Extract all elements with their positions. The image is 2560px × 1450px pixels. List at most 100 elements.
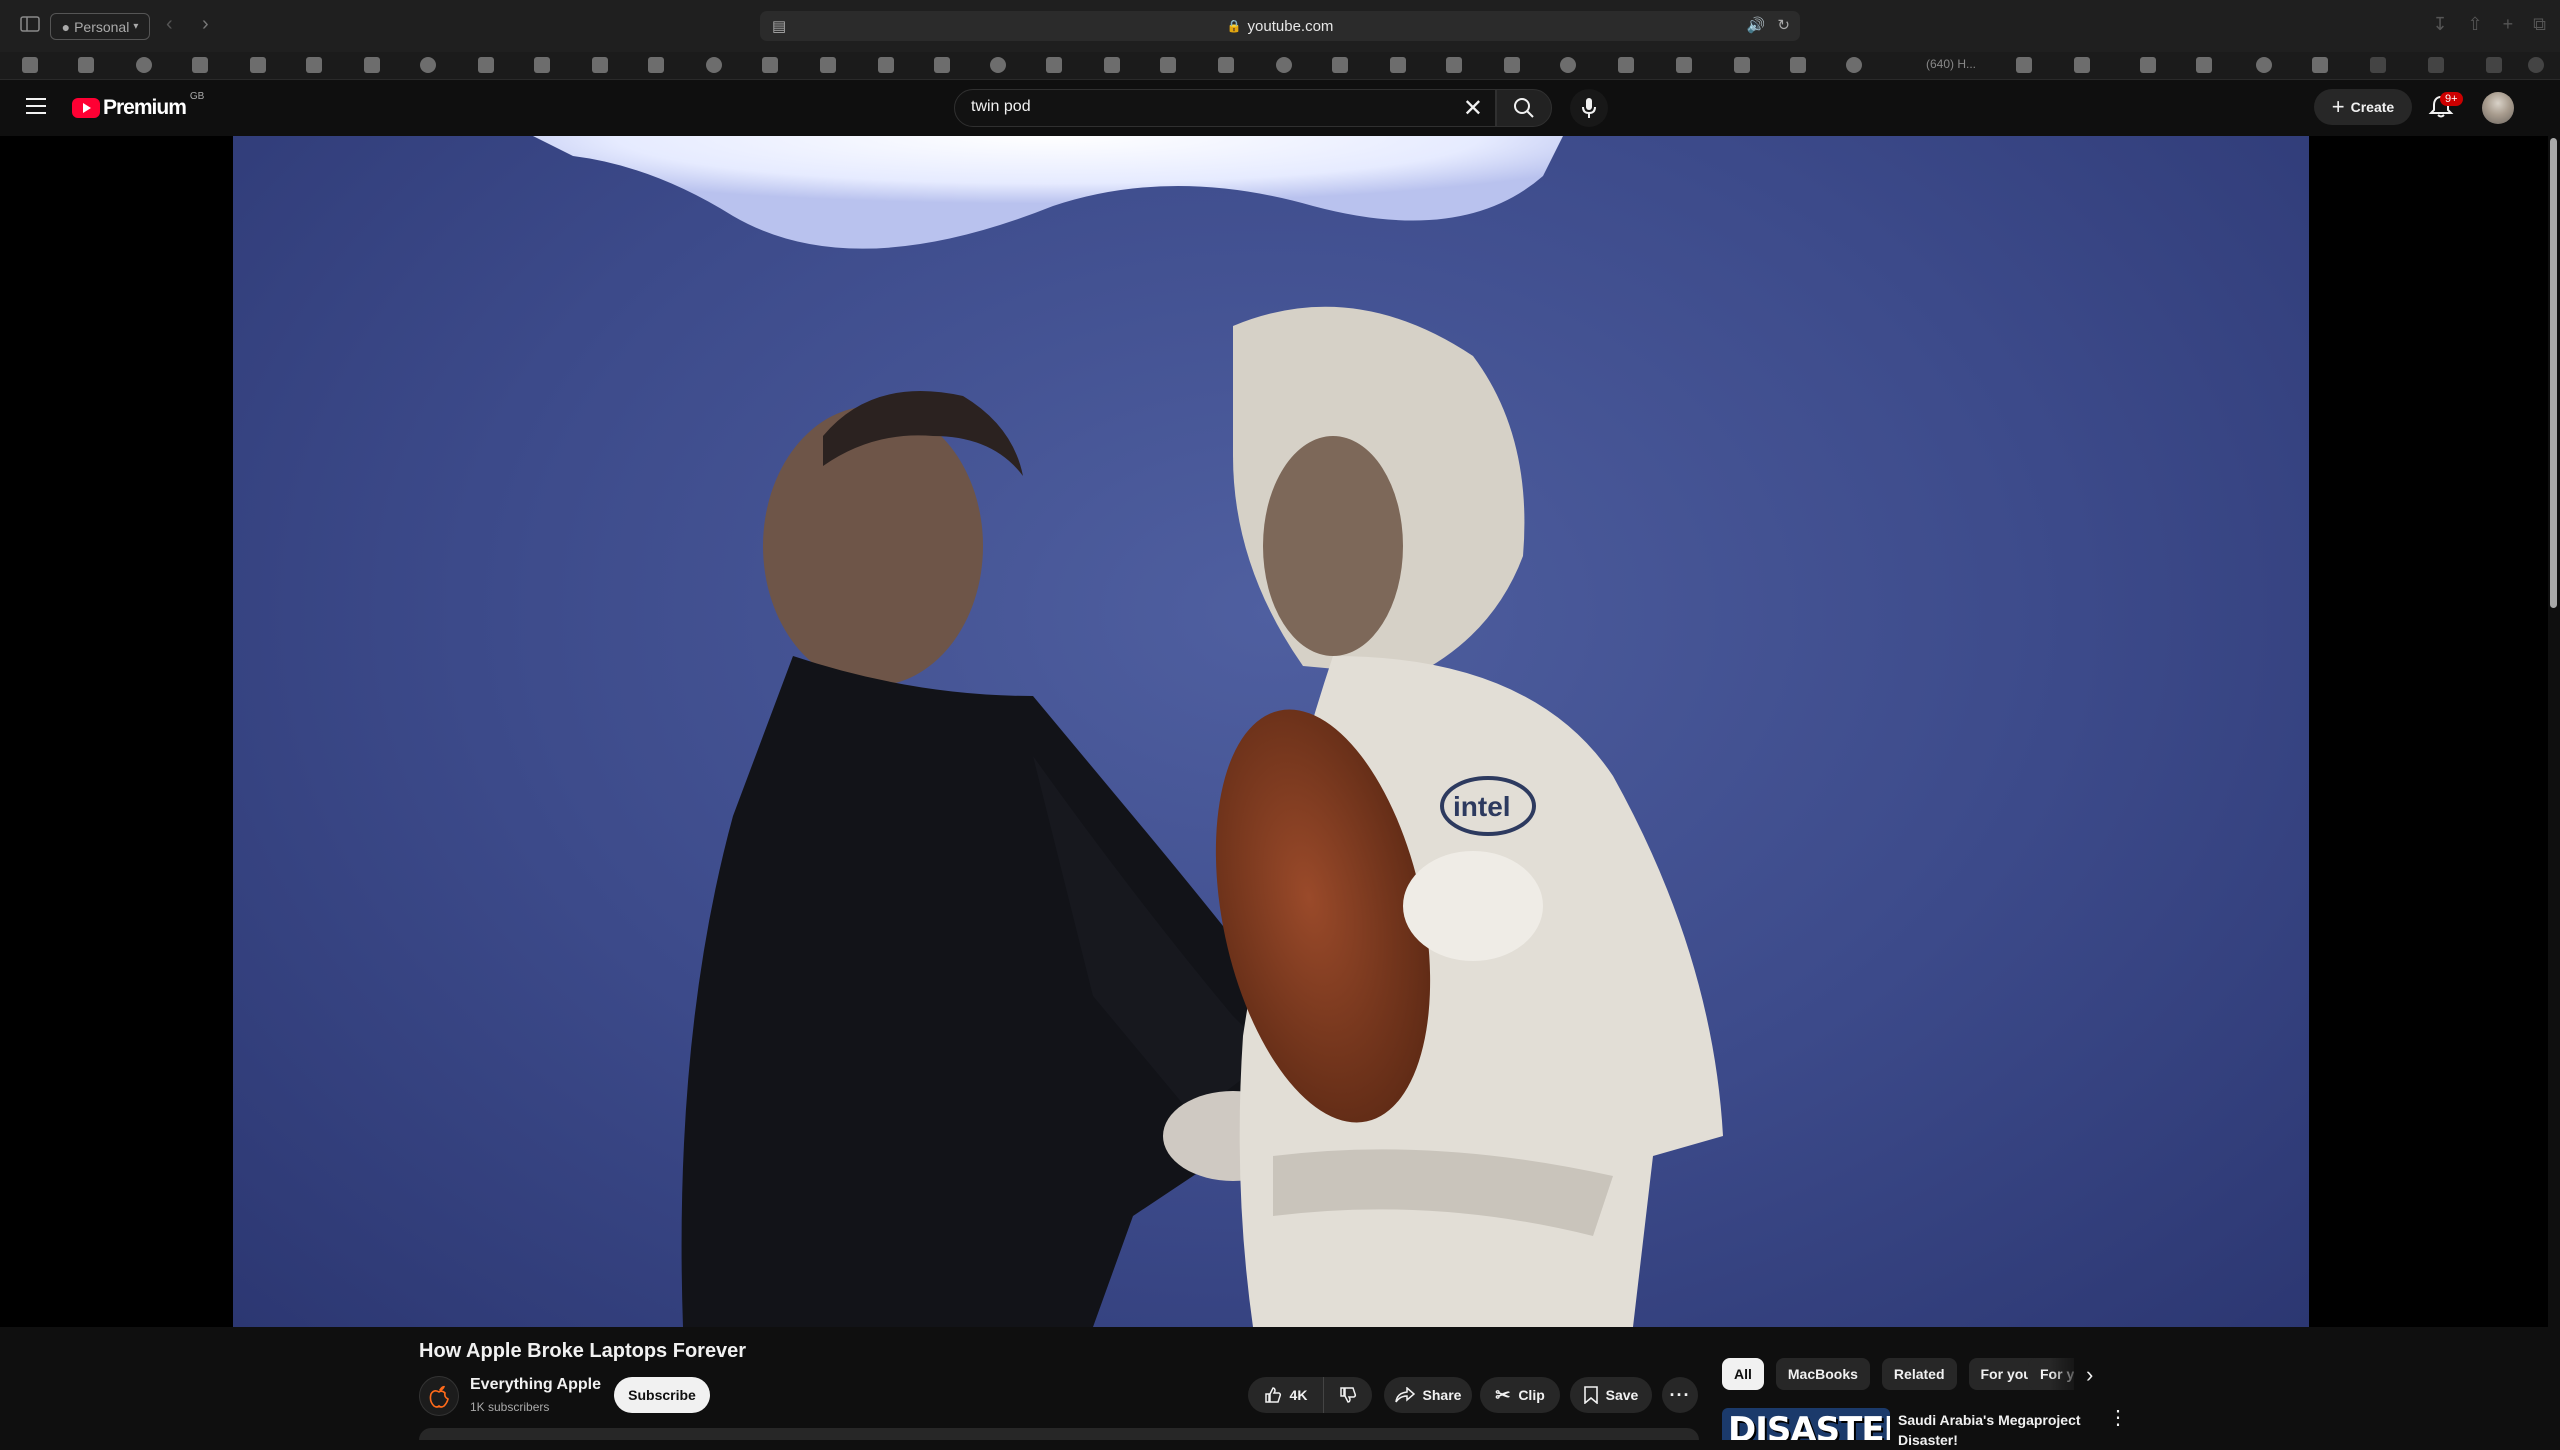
tab-favicon-icon[interactable] [762, 57, 778, 73]
tab-favicon-icon[interactable] [78, 57, 94, 73]
tab-favicon-icon[interactable] [192, 57, 208, 73]
forward-icon[interactable]: › [202, 14, 209, 34]
channel-name[interactable]: Everything Apple [470, 1376, 601, 1394]
avatar[interactable] [2482, 92, 2514, 124]
menu-icon[interactable] [26, 98, 46, 114]
active-tab-title[interactable]: (640) H... [1926, 57, 1976, 71]
tab-favicon-icon[interactable] [1446, 57, 1462, 73]
tab-favicon-icon[interactable] [1504, 57, 1520, 73]
more-vertical-icon[interactable]: ⋮ [2108, 1408, 2128, 1428]
recommendation-title[interactable]: Saudi Arabia's Megaproject Disaster! [1898, 1410, 2098, 1450]
tab-favicon-icon[interactable] [1676, 57, 1692, 73]
scrollbar-thumb[interactable] [2550, 138, 2557, 608]
chip-all[interactable]: All [1722, 1358, 1764, 1390]
tab-favicon-icon[interactable] [136, 57, 152, 73]
tab-favicon-icon[interactable] [1390, 57, 1406, 73]
tab-favicon-icon[interactable] [1734, 57, 1750, 73]
clear-search-icon[interactable]: ✕ [1463, 94, 1483, 123]
tab-favicon-icon[interactable] [878, 57, 894, 73]
country-code: GB [189, 90, 205, 102]
channel-avatar[interactable] [419, 1376, 459, 1416]
tab-favicon-icon[interactable] [1846, 57, 1862, 73]
lock-icon: 🔒 [1226, 19, 1242, 33]
tab-favicon-icon[interactable] [1276, 57, 1292, 73]
tab-favicon-icon[interactable] [1218, 57, 1234, 73]
tab-favicon-icon[interactable] [1790, 57, 1806, 73]
share-page-icon[interactable]: ⇧ [2468, 14, 2483, 35]
tab-favicon-icon[interactable] [2370, 57, 2386, 73]
dislike-button[interactable] [1324, 1377, 1372, 1413]
youtube-play-icon [72, 98, 100, 118]
recommendation-thumbnail[interactable]: DISASTER [1722, 1408, 1890, 1440]
audio-playing-icon[interactable]: 🔊 [1747, 16, 1766, 34]
tab-favicon-icon[interactable] [1046, 57, 1062, 73]
download-icon[interactable]: ↧ [2432, 14, 2447, 35]
new-tab-icon[interactable]: + [2503, 14, 2514, 35]
tab-favicon-icon[interactable] [1618, 57, 1634, 73]
url-text: youtube.com [1247, 17, 1334, 35]
tab-favicon-icon[interactable] [2140, 57, 2156, 73]
tab-favicon-icon[interactable] [2486, 57, 2502, 73]
bookmark-icon [1583, 1386, 1598, 1404]
create-button[interactable]: + Create [2314, 89, 2412, 125]
page-settings-icon[interactable]: ▤ [772, 17, 786, 35]
more-actions-button[interactable]: ··· [1662, 1377, 1698, 1413]
plus-icon: + [2331, 94, 2345, 119]
search-input[interactable] [971, 98, 1411, 116]
thumbs-down-icon [1340, 1387, 1357, 1403]
tab-favicon-icon[interactable] [420, 57, 436, 73]
tab-favicon-icon[interactable] [364, 57, 380, 73]
profile-switcher[interactable]: ● Personal ▾ [50, 13, 150, 40]
chip-related[interactable]: Related [1881, 1358, 1957, 1390]
reload-icon[interactable]: ↻ [1777, 16, 1790, 34]
tab-favicon-icon[interactable] [2196, 57, 2212, 73]
video-frame[interactable]: intel [233, 136, 2309, 1327]
search-button[interactable] [1496, 89, 1552, 127]
video-player[interactable]: intel [0, 136, 2548, 1327]
tab-overview-icon[interactable]: ⧉ [2533, 14, 2546, 35]
tab-favicon-icon[interactable] [1104, 57, 1120, 73]
tab-favicon-icon[interactable] [306, 57, 322, 73]
logo-text: Premium [103, 96, 187, 119]
tab-favicon-icon[interactable] [592, 57, 608, 73]
chevron-right-icon[interactable]: › [2086, 1362, 2093, 1388]
voice-search-button[interactable] [1570, 89, 1608, 127]
tab-favicon-icon[interactable] [1560, 57, 1576, 73]
back-icon[interactable]: ‹ [166, 14, 173, 34]
address-bar[interactable]: ▤ 🔒 youtube.com 🔊 ↻ [760, 11, 1800, 41]
tab-favicon-icon[interactable] [2074, 57, 2090, 73]
tab-favicon-icon[interactable] [250, 57, 266, 73]
tab-favicon-icon[interactable] [2312, 57, 2328, 73]
share-button[interactable]: Share [1384, 1377, 1472, 1413]
like-count: 4K [1289, 1387, 1308, 1403]
tab-favicon-icon[interactable] [2428, 57, 2444, 73]
clip-label: Clip [1518, 1387, 1545, 1403]
youtube-logo[interactable]: Premium GB [72, 91, 204, 120]
tab-favicon-icon[interactable] [478, 57, 494, 73]
filter-chips: All MacBooks Related For you [1722, 1358, 2044, 1390]
tab-favicon-icon[interactable] [534, 57, 550, 73]
chevron-down-icon: ▾ [133, 21, 139, 32]
tab-favicon-icon[interactable] [820, 57, 836, 73]
notification-badge: 9+ [2440, 92, 2463, 106]
tab-favicon-icon[interactable] [648, 57, 664, 73]
tab-favicon-icon[interactable] [706, 57, 722, 73]
like-button[interactable]: 4K [1248, 1377, 1324, 1413]
tab-favicon-icon[interactable] [2256, 57, 2272, 73]
clip-button[interactable]: ✂ Clip [1480, 1377, 1560, 1413]
tab-favicon-icon[interactable] [22, 57, 38, 73]
tab-favicon-icon[interactable] [2528, 57, 2544, 73]
tab-favicon-icon[interactable] [934, 57, 950, 73]
subscribe-button[interactable]: Subscribe [614, 1377, 710, 1413]
tab-favicon-icon[interactable] [1332, 57, 1348, 73]
thumbs-up-icon [1264, 1387, 1281, 1403]
description-box[interactable] [419, 1428, 1699, 1440]
tab-favicon-icon[interactable] [990, 57, 1006, 73]
tab-favicon-icon[interactable] [1160, 57, 1176, 73]
sidebar-toggle-icon[interactable] [20, 16, 40, 36]
save-button[interactable]: Save [1570, 1377, 1652, 1413]
tab-favicon-icon[interactable] [2016, 57, 2032, 73]
search-box[interactable]: ✕ [954, 89, 1496, 127]
chip-macbooks[interactable]: MacBooks [1775, 1358, 1870, 1390]
profile-name: Personal [74, 18, 130, 35]
